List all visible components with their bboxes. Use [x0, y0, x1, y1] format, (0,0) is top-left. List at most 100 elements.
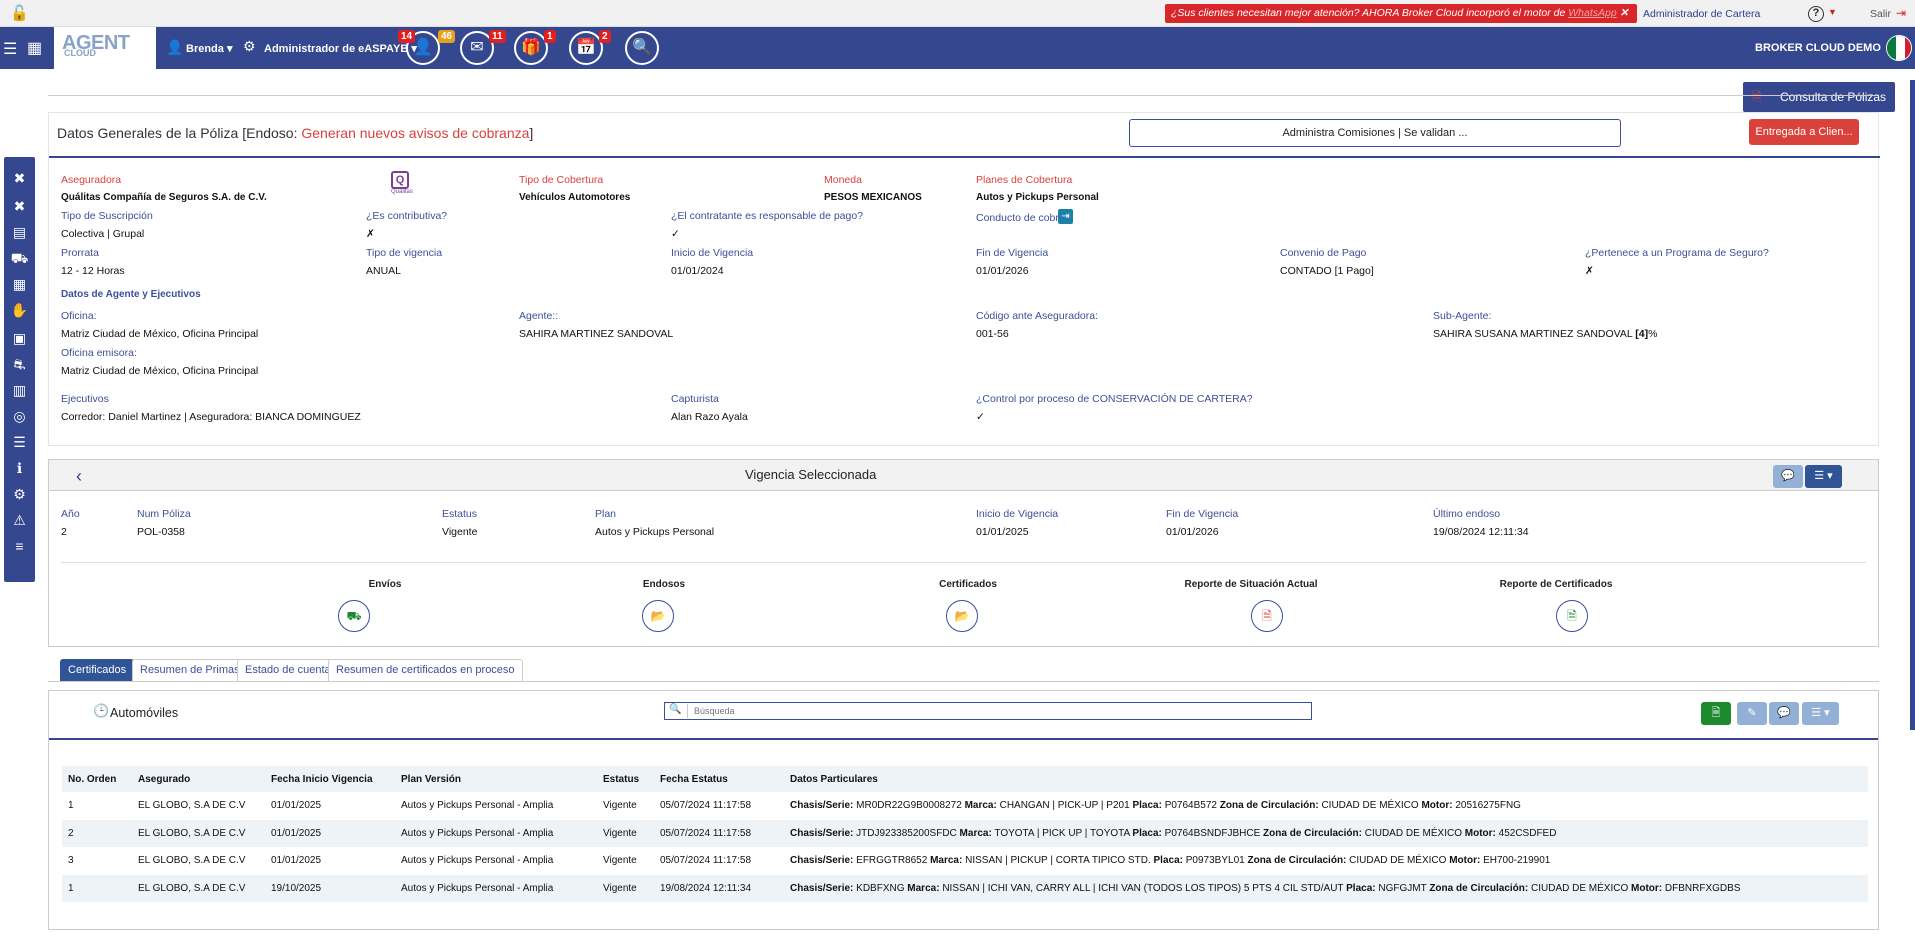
app-logo[interactable]: AGENT CLOUD [54, 27, 156, 69]
unlock-icon[interactable]: 🔓 [10, 4, 29, 22]
logout-icon[interactable]: ⇥ [1896, 6, 1906, 20]
datos-generales-panel: Datos Generales de la Póliza [Endoso: Ge… [48, 112, 1880, 446]
cell-estatus: Vigente [597, 874, 654, 902]
tab-estado-cuenta[interactable]: Estado de cuenta [237, 659, 339, 681]
excel-file-icon[interactable]: ✖ [10, 197, 29, 216]
key-chasis: Chasis/Serie: [790, 800, 854, 812]
estatus-value: Vigente [442, 526, 478, 538]
warning-icon[interactable]: ⚠ [10, 511, 29, 530]
grid-icon[interactable]: ▦ [27, 38, 42, 58]
mexico-flag-icon[interactable] [1886, 35, 1912, 61]
right-scroll-rail[interactable] [1910, 80, 1915, 730]
num-poliza-label: Num Póliza [137, 508, 191, 520]
col-fecha-estatus: Fecha Estatus [654, 766, 784, 792]
pdf-report-icon[interactable]: 🗎 [1251, 600, 1283, 632]
table-row[interactable]: 3 EL GLOBO, S.A DE C.V 01/01/2025 Autos y P… [62, 847, 1868, 875]
administra-comisiones-button[interactable]: Administra Comisiones | Se validan ... [1129, 119, 1621, 147]
folder-certificados-icon[interactable]: 📂 [946, 600, 978, 632]
key-placa: Placa: [1153, 855, 1183, 867]
codigo-aseguradora-value: 001-56 [976, 328, 1009, 340]
programa-seguro-label: ¿Pertenece a un Programa de Seguro? [1585, 247, 1769, 259]
promo-link[interactable]: WhatsApp [1568, 7, 1616, 19]
consulta-polizas-panel[interactable]: 🗎 Consulta de Pólizas [1743, 82, 1895, 112]
role-menu[interactable]: Administrador de eASPAYB ▾ [264, 42, 417, 55]
cogs-icon[interactable]: ⚙ [10, 485, 29, 504]
reporte-certificados-label: Reporte de Certificados [1499, 579, 1613, 590]
fin-vigencia-label: Fin de Vigencia [976, 247, 1049, 259]
calendar-icon[interactable]: 📅 [569, 31, 603, 65]
list-add-icon[interactable]: ≡ [10, 537, 29, 556]
certificados-label: Certificados [939, 579, 997, 590]
search-icon: 🔍 [669, 704, 682, 715]
search-input[interactable] [687, 704, 1307, 718]
file-excel-icon[interactable]: ▥ [10, 381, 29, 400]
title-highlight: Generan nuevos avisos de cobranza [301, 125, 530, 141]
gift-icon[interactable]: 🎁 [514, 31, 548, 65]
search-box[interactable]: 🔍 [664, 702, 1312, 720]
hamburger-icon[interactable]: ☰ [3, 39, 17, 59]
estatus-label: Estatus [442, 508, 478, 520]
search-user-icon[interactable]: 🔍 [625, 31, 659, 65]
convenio-pago-label: Convenio de Pago [1280, 247, 1367, 259]
table-options-button[interactable]: ☰ ▾ [1802, 702, 1839, 725]
user-menu[interactable]: Brenda ▾ [186, 42, 232, 55]
money-icon[interactable]: ▣ [10, 329, 29, 348]
options-menu-button[interactable]: ☰ ▾ [1805, 465, 1842, 488]
close-icon[interactable]: ✕ [1620, 7, 1629, 19]
key-marca: Marca: [964, 800, 997, 812]
list-icon[interactable]: ☰ [10, 433, 29, 452]
cars-icon[interactable]: ⛐ [10, 355, 29, 374]
excel-icon[interactable]: ✖ [10, 169, 29, 188]
tab-certificados[interactable]: Certificados [60, 659, 135, 681]
table-row[interactable]: 2 EL GLOBO, S.A DE C.V 01/01/2025 Autos y P… [62, 819, 1868, 847]
tabs-baseline [48, 681, 1879, 682]
help-icon[interactable]: ? [1808, 6, 1824, 22]
ultimo-endoso-label: Último endoso [1433, 508, 1501, 520]
document-icon[interactable]: ▤ [10, 223, 29, 242]
tab-resumen-certificados[interactable]: Resumen de certificados en proceso [328, 659, 523, 681]
agente-value: SAHIRA MARTINEZ SANDOVAL [519, 328, 674, 340]
edit-button[interactable]: ✎ [1737, 702, 1767, 725]
chevron-down-icon[interactable]: ▼ [1828, 7, 1837, 17]
key-placa: Placa: [1132, 800, 1162, 812]
life-ring-icon[interactable]: ◎ [10, 407, 29, 426]
programa-seguro-value: ✗ [1585, 265, 1594, 277]
reporte-situacion-label: Reporte de Situación Actual [1184, 579, 1318, 590]
truck-action-icon[interactable]: ⛟ [338, 600, 370, 632]
value-marca: CHANGAN | PICK-UP | P201 [999, 800, 1130, 812]
logout-link[interactable]: Salir [1870, 8, 1891, 20]
folder-open-icon[interactable]: 📂 [642, 600, 674, 632]
subagente-name: SAHIRA SUSANA MARTINEZ SANDOVAL [1433, 328, 1633, 340]
title-prefix: Datos Generales de la Póliza [Endoso: [57, 125, 298, 141]
comment-button[interactable]: 💬 [1769, 702, 1799, 725]
table-row[interactable]: 1 EL GLOBO, S.A DE C.V 19/10/2025 Autos y P… [62, 874, 1868, 902]
promo-banner[interactable]: ¿Sus clientes necesitan mejor atención? … [1165, 4, 1637, 23]
tab-resumen-primas[interactable]: Resumen de Primas [132, 659, 248, 681]
badge-mail: 11 [489, 30, 506, 43]
info-icon[interactable]: ℹ [10, 459, 29, 478]
panel-header: Datos Generales de la Póliza [Endoso: Ge… [57, 125, 533, 141]
capturista-value: Alan Razo Ayala [671, 411, 748, 423]
conducto-cobro-icon[interactable]: ⇥ [1058, 209, 1073, 224]
key-motor: Motor: [1449, 855, 1481, 867]
clock-icon: 🕒 [93, 703, 110, 718]
fin-vigencia-value: 01/01/2026 [976, 265, 1029, 277]
excel-report-icon[interactable]: 🗎 [1556, 600, 1588, 632]
admin-cartera-link[interactable]: Administrador de Cartera [1643, 8, 1760, 20]
title-suffix: ] [529, 125, 534, 141]
entregada-cliente-button[interactable]: Entregada a Clien... [1749, 119, 1859, 145]
excel-export-button[interactable]: 🗎 [1701, 702, 1731, 725]
table-row[interactable]: 1 EL GLOBO, S.A DE C.V 01/01/2025 Autos y P… [62, 792, 1868, 820]
prorrata-label: Prorrata [61, 247, 99, 259]
tipo-suscripcion-label: Tipo de Suscripción [61, 210, 153, 222]
comment-button[interactable]: 💬 [1773, 465, 1803, 488]
key-motor: Motor: [1464, 827, 1496, 839]
calculator-icon[interactable]: ▦ [10, 275, 29, 294]
handshake-icon[interactable]: ✋ [10, 301, 29, 320]
conducto-cobro-link[interactable]: Conducto de cobro [976, 212, 1065, 224]
truck-icon[interactable]: ⛟ [10, 249, 29, 268]
back-chevron-icon[interactable]: ‹ [76, 466, 82, 487]
value-marca: TOYOTA | PICK UP | TOYOTA [994, 827, 1130, 839]
main-navbar: ☰ ▦ AGENT CLOUD 👤 Brenda ▾ ⚙ Administrad… [0, 27, 1915, 69]
cell-orden: 3 [68, 855, 74, 867]
